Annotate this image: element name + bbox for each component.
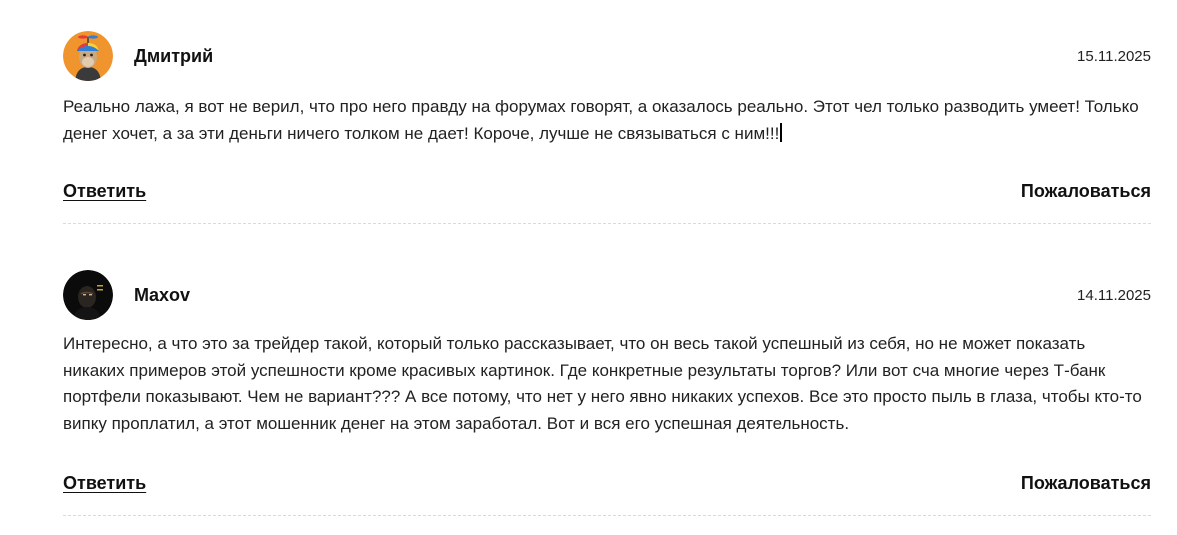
text-cursor bbox=[780, 122, 782, 142]
comment-date: 14.11.2025 bbox=[1077, 287, 1151, 304]
author-name: Maxov bbox=[134, 285, 191, 305]
reply-link[interactable]: Ответить bbox=[63, 181, 146, 202]
cartoon-ape-with-propeller-cap-icon bbox=[63, 31, 113, 81]
report-link[interactable]: Пожаловаться bbox=[1021, 181, 1151, 202]
report-link[interactable]: Пожаловаться bbox=[1021, 473, 1151, 494]
comment-text: Реально лажа, я вот не верил, что про не… bbox=[63, 94, 1151, 147]
avatar[interactable] bbox=[63, 270, 113, 320]
reply-link[interactable]: Ответить bbox=[63, 473, 146, 494]
avatar[interactable] bbox=[63, 31, 113, 81]
comments-list: Дмитрий 15.11.2025 Реально лажа, я вот н… bbox=[63, 0, 1151, 516]
comment-item: Дмитрий 15.11.2025 Реально лажа, я вот н… bbox=[63, 0, 1151, 224]
author-name: Дмитрий bbox=[134, 46, 214, 66]
comment-item: Maxov 14.11.2025 Интересно, а что это за… bbox=[63, 224, 1151, 516]
dark-portrait-photo-icon bbox=[63, 270, 113, 320]
comment-text-content: Реально лажа, я вот не верил, что про не… bbox=[63, 97, 1139, 143]
comment-text: Интересно, а что это за трейдер такой, к… bbox=[63, 334, 1142, 433]
comment-date: 15.11.2025 bbox=[1077, 48, 1151, 65]
